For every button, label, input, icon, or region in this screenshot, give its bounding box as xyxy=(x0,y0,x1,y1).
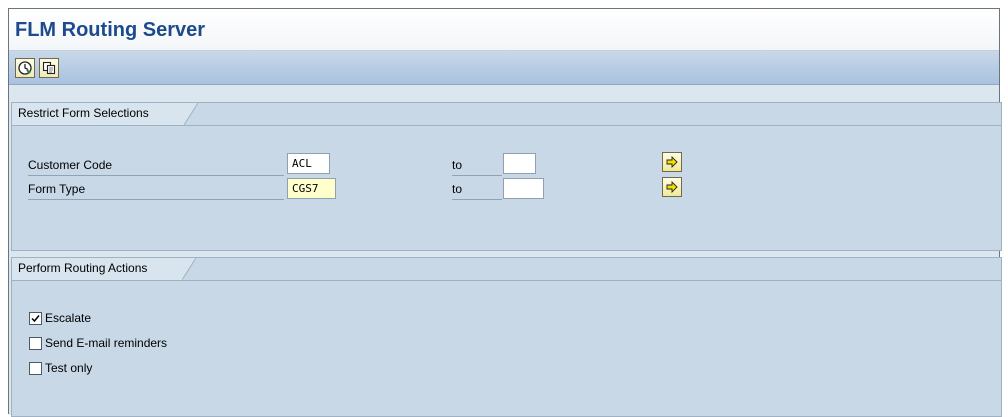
test-only-checkbox[interactable] xyxy=(29,361,42,375)
selection-screen: Restrict Form Selections Customer Code A… xyxy=(9,85,1002,417)
test-only-label: Test only xyxy=(45,361,93,375)
form-type-multiple-selection-button[interactable] xyxy=(662,177,682,197)
checkmark-icon xyxy=(31,314,40,322)
group-title: Perform Routing Actions xyxy=(18,261,148,275)
escalate-option[interactable]: Escalate xyxy=(29,311,91,325)
send-email-reminders-option[interactable]: Send E-mail reminders xyxy=(29,336,167,350)
page-title: FLM Routing Server xyxy=(15,19,206,41)
test-only-option[interactable]: Test only xyxy=(29,361,92,375)
arrow-right-icon xyxy=(666,156,678,168)
title-bar: FLM Routing Server xyxy=(9,9,999,51)
form-type-to-label: to xyxy=(452,182,502,200)
execute-button[interactable] xyxy=(15,58,35,78)
perform-routing-actions-group: Perform Routing Actions Escalate Send E-… xyxy=(11,257,1002,417)
group-tab: Restrict Form Selections xyxy=(12,103,198,125)
send-email-reminders-label: Send E-mail reminders xyxy=(45,336,168,350)
restrict-form-selections-group: Restrict Form Selections Customer Code A… xyxy=(11,102,1002,251)
group-header: Restrict Form Selections xyxy=(12,103,1001,126)
tab-slant xyxy=(184,103,198,125)
copy-variant-button[interactable] xyxy=(39,58,59,78)
group-tab: Perform Routing Actions xyxy=(12,258,196,280)
app-window: FLM Routing Server Restrict Form Selecti… xyxy=(8,8,1002,417)
form-type-from-input[interactable]: CGS7 xyxy=(287,178,336,199)
form-type-label: Form Type xyxy=(28,182,284,200)
execute-clock-icon xyxy=(18,61,32,75)
copy-variant-icon xyxy=(42,61,56,75)
group-header: Perform Routing Actions xyxy=(12,258,1001,281)
application-toolbar xyxy=(9,51,999,85)
customer-code-to-label: to xyxy=(452,158,502,176)
customer-code-to-input[interactable] xyxy=(503,153,536,174)
tab-slant xyxy=(182,258,196,280)
send-email-reminders-checkbox[interactable] xyxy=(29,336,42,350)
escalate-checkbox[interactable] xyxy=(29,311,42,325)
form-type-to-input[interactable] xyxy=(503,178,544,199)
group-title: Restrict Form Selections xyxy=(18,106,149,120)
customer-code-from-input[interactable]: ACL xyxy=(287,153,330,174)
customer-code-multiple-selection-button[interactable] xyxy=(662,152,682,172)
escalate-label: Escalate xyxy=(45,311,92,325)
customer-code-label: Customer Code xyxy=(28,158,284,176)
arrow-right-icon xyxy=(666,181,678,193)
